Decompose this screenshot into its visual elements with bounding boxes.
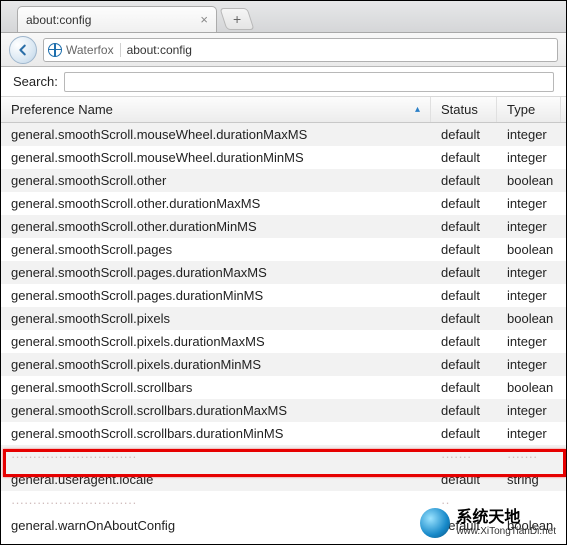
close-icon[interactable]: × — [200, 13, 208, 26]
pref-status: default — [431, 334, 497, 349]
pref-type: boolean — [497, 311, 561, 326]
pref-status: default — [431, 242, 497, 257]
pref-type: boolean — [497, 380, 561, 395]
pref-name: general.smoothScroll.mouseWheel.duration… — [1, 150, 431, 165]
site-identity[interactable]: Waterfox — [48, 43, 121, 57]
tab-title: about:config — [26, 13, 91, 27]
table-row[interactable]: general.smoothScroll.otherdefaultboolean — [1, 169, 566, 192]
col-header-status[interactable]: Status — [431, 97, 497, 122]
table-row[interactable]: general.smoothScroll.pages.durationMinMS… — [1, 284, 566, 307]
pref-name: general.smoothScroll.pixels.durationMaxM… — [1, 334, 431, 349]
sort-asc-icon: ▴ — [415, 104, 420, 115]
pref-name: general.smoothScroll.other.durationMinMS — [1, 219, 431, 234]
table-row[interactable]: general.smoothScroll.pages.durationMaxMS… — [1, 261, 566, 284]
pref-status: default — [431, 265, 497, 280]
pref-status: default — [431, 173, 497, 188]
pref-status: default — [431, 196, 497, 211]
arrow-left-icon — [16, 43, 30, 57]
watermark-logo-icon — [420, 508, 450, 538]
pref-name: general.smoothScroll.scrollbars.duration… — [1, 426, 431, 441]
pref-name: general.smoothScroll.pages.durationMinMS — [1, 288, 431, 303]
pref-type: integer — [497, 288, 561, 303]
url-bar[interactable]: Waterfox about:config — [43, 38, 558, 62]
pref-name: general.smoothScroll.pixels.durationMinM… — [1, 357, 431, 372]
globe-icon — [48, 43, 62, 57]
pref-name: general.useragent.locale — [1, 472, 431, 487]
table-row[interactable]: ········································… — [1, 445, 566, 468]
pref-status: default — [431, 311, 497, 326]
pref-name: general.smoothScroll.pages.durationMaxMS — [1, 265, 431, 280]
pref-type: integer — [497, 196, 561, 211]
prefs-table: Preference Name ▴ Status Type general.sm… — [1, 97, 566, 537]
pref-status: default — [431, 403, 497, 418]
pref-type: integer — [497, 150, 561, 165]
pref-name: general.smoothScroll.other — [1, 173, 431, 188]
pref-type: integer — [497, 127, 561, 142]
pref-name: general.smoothScroll.scrollbars.duration… — [1, 403, 431, 418]
table-row[interactable]: general.useragent.localedefaultstring — [1, 468, 566, 491]
url-text: about:config — [127, 43, 192, 57]
pref-name: general.smoothScroll.other.durationMaxMS — [1, 196, 431, 211]
plus-icon: + — [233, 11, 241, 27]
pref-type: integer — [497, 219, 561, 234]
table-row[interactable]: general.smoothScroll.mouseWheel.duration… — [1, 146, 566, 169]
pref-status: default — [431, 357, 497, 372]
new-tab-button[interactable]: + — [219, 8, 254, 30]
pref-type: boolean — [497, 173, 561, 188]
pref-name: general.warnOnAboutConfig — [1, 518, 431, 533]
search-row: Search: — [1, 67, 566, 97]
table-row[interactable]: general.smoothScroll.pixelsdefaultboolea… — [1, 307, 566, 330]
table-row[interactable]: general.smoothScroll.pixels.durationMaxM… — [1, 330, 566, 353]
pref-status: default — [431, 219, 497, 234]
pref-status: default — [431, 380, 497, 395]
watermark-title: 系统天地 — [456, 509, 556, 527]
pref-type: integer — [497, 403, 561, 418]
site-identity-label: Waterfox — [66, 43, 114, 57]
search-input[interactable] — [64, 72, 554, 92]
pref-type: string — [497, 472, 561, 487]
watermark-url: www.XiTongTianDi.net — [456, 526, 556, 537]
watermark: 系统天地 www.XiTongTianDi.net — [420, 508, 556, 538]
pref-type: integer — [497, 265, 561, 280]
pref-status: default — [431, 426, 497, 441]
table-row[interactable]: general.smoothScroll.other.durationMaxMS… — [1, 192, 566, 215]
col-header-name[interactable]: Preference Name ▴ — [1, 97, 431, 122]
pref-type: integer — [497, 334, 561, 349]
table-body: general.smoothScroll.mouseWheel.duration… — [1, 123, 566, 537]
browser-tab[interactable]: about:config × — [17, 6, 217, 32]
pref-status: default — [431, 150, 497, 165]
table-row[interactable]: general.smoothScroll.scrollbars.duration… — [1, 422, 566, 445]
tab-strip: about:config × + — [1, 1, 566, 33]
pref-status: default — [431, 288, 497, 303]
table-row[interactable]: general.smoothScroll.scrollbars.duration… — [1, 399, 566, 422]
table-row[interactable]: general.smoothScroll.pixels.durationMinM… — [1, 353, 566, 376]
pref-type: integer — [497, 426, 561, 441]
col-header-type[interactable]: Type — [497, 97, 561, 122]
pref-status: default — [431, 127, 497, 142]
pref-name: general.smoothScroll.mouseWheel.duration… — [1, 127, 431, 142]
pref-type: integer — [497, 357, 561, 372]
table-row[interactable]: general.smoothScroll.pagesdefaultboolean — [1, 238, 566, 261]
back-button[interactable] — [9, 36, 37, 64]
search-label: Search: — [13, 74, 58, 89]
pref-status: default — [431, 472, 497, 487]
table-row[interactable]: general.smoothScroll.scrollbarsdefaultbo… — [1, 376, 566, 399]
pref-name: general.smoothScroll.pages — [1, 242, 431, 257]
pref-type: boolean — [497, 242, 561, 257]
table-row[interactable]: general.smoothScroll.other.durationMinMS… — [1, 215, 566, 238]
pref-name: general.smoothScroll.pixels — [1, 311, 431, 326]
pref-name: general.smoothScroll.scrollbars — [1, 380, 431, 395]
table-row[interactable]: general.smoothScroll.mouseWheel.duration… — [1, 123, 566, 146]
nav-toolbar: Waterfox about:config — [1, 33, 566, 67]
table-header: Preference Name ▴ Status Type — [1, 97, 566, 123]
